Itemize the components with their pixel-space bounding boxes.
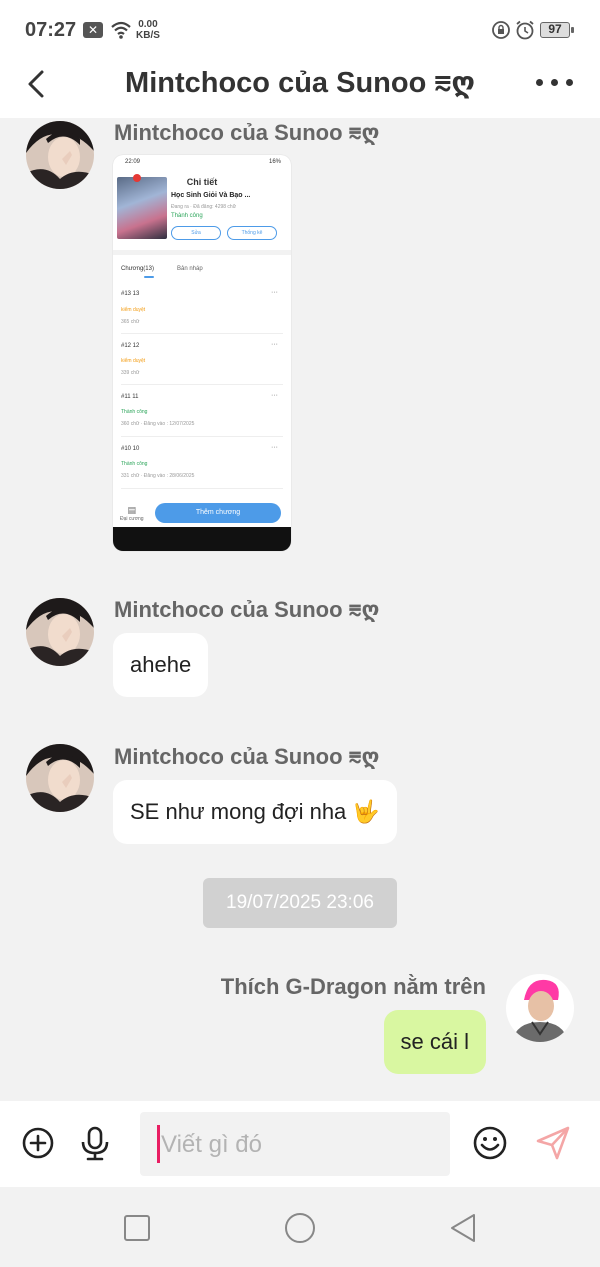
shot-rule xyxy=(121,333,283,334)
shot-stats-button: Thống kê xyxy=(227,226,277,240)
avatar[interactable] xyxy=(26,744,94,812)
status-time: 07:27 xyxy=(25,19,77,41)
shot-chapter-menu: ··· xyxy=(271,341,278,348)
shot-outline-label: Đại cương xyxy=(120,516,144,522)
message-bubble-outgoing[interactable]: se cái l xyxy=(383,1010,486,1074)
composer-bar: Viết gì đó xyxy=(0,1101,600,1187)
book-cover xyxy=(117,177,167,239)
shot-chapter-words: 331 chữ · Đăng vào : 28/06/2025 xyxy=(121,473,195,479)
net-speed-unit: KB/S xyxy=(136,30,160,41)
battery-icon: 97 xyxy=(540,22,574,38)
shot-rule xyxy=(121,384,283,385)
shot-chapter-title: #13 13 xyxy=(121,291,140,297)
avatar[interactable] xyxy=(26,121,94,189)
notification-icon: ✕ xyxy=(83,22,103,38)
shot-chapter-menu: ··· xyxy=(271,444,278,451)
sender-name: Mintchoco của Sunoo ⩳ღ xyxy=(114,597,380,622)
timestamp-divider: 19/07/2025 23:06 xyxy=(203,878,397,928)
shot-edit-button: Sửa xyxy=(171,226,221,240)
back-button[interactable] xyxy=(20,64,56,104)
emoji-icon[interactable] xyxy=(472,1125,508,1161)
shot-chapter-words: 360 chữ · Đăng vào : 12/07/2025 xyxy=(121,421,195,427)
alarm-icon xyxy=(516,20,534,40)
net-speed-value: 0.00 xyxy=(138,19,158,30)
text-cursor xyxy=(157,1125,160,1163)
add-icon[interactable] xyxy=(20,1125,56,1161)
shot-notification-dot xyxy=(133,174,141,182)
shot-chapter-title: #11 11 xyxy=(121,394,139,400)
document-icon: ▤ xyxy=(127,505,137,515)
shot-chapter-words: 365 chữ xyxy=(121,319,140,325)
book-status: Thành công xyxy=(171,213,203,219)
book-meta: Đang ra · Đã đăng: 4298 chữ xyxy=(171,204,237,210)
sender-name: Mintchoco của Sunoo ⩳ღ xyxy=(114,120,380,145)
message-bubble[interactable]: SE như mong đợi nha 🤟 xyxy=(113,780,397,844)
chat-header: Mintchoco của Sunoo ⩳ღ xyxy=(0,60,600,118)
shot-chapter-state: kiểm duyệt xyxy=(121,307,146,313)
shot-chapter-title: #12 12 xyxy=(121,343,140,349)
avatar-image xyxy=(26,598,94,666)
message-input-placeholder: Viết gì đó xyxy=(161,1131,262,1158)
shot-chapter-title: #10 10 xyxy=(121,446,140,452)
shot-rule xyxy=(121,436,283,437)
avatar[interactable] xyxy=(26,598,94,666)
shot-tab-indicator xyxy=(144,276,154,278)
home-button[interactable] xyxy=(283,1211,317,1245)
shot-divider xyxy=(113,250,291,255)
shot-nav-bar xyxy=(113,527,291,551)
send-icon[interactable] xyxy=(535,1125,571,1161)
status-bar: 07:27 ✕ 0.00 KB/S 97 xyxy=(0,0,600,60)
avatar-image xyxy=(26,121,94,189)
recents-button[interactable] xyxy=(120,1211,154,1245)
message-bubble[interactable]: ahehe xyxy=(113,633,209,697)
shot-battery: 16% xyxy=(268,159,281,165)
chat-title: Mintchoco của Sunoo ⩳ღ xyxy=(125,67,475,99)
system-nav-bar xyxy=(0,1187,600,1267)
wifi-icon xyxy=(111,21,131,39)
rotation-lock-icon xyxy=(492,21,510,39)
message-list[interactable]: Mintchoco của Sunoo ⩳ღ 22:09 16% Chi tiế… xyxy=(0,118,600,1101)
sender-name: Thích G-Dragon nằm trên xyxy=(220,974,486,999)
image-message[interactable]: 22:09 16% Chi tiết Học Sinh Giỏi Và Bạo … xyxy=(113,155,291,551)
avatar[interactable] xyxy=(506,974,574,1042)
shot-outline: ▤ Đại cương xyxy=(120,505,144,522)
shot-chapter-state: Thành công xyxy=(121,461,148,467)
back-nav-button[interactable] xyxy=(446,1211,480,1245)
sender-name: Mintchoco của Sunoo ⩳ღ xyxy=(114,744,380,769)
avatar-image xyxy=(26,744,94,812)
shot-chapter-words: 339 chữ xyxy=(121,370,140,376)
shot-chapter-menu: ··· xyxy=(271,392,278,399)
shot-chapter-state: Thành công xyxy=(121,409,148,415)
shot-chapter-menu: ··· xyxy=(271,289,278,296)
shot-tab-drafts: Bản nháp xyxy=(177,266,203,272)
net-speed: 0.00 KB/S xyxy=(136,19,160,41)
book-title: Học Sinh Giỏi Và Bạo ... xyxy=(171,192,251,199)
microphone-icon[interactable] xyxy=(77,1125,113,1161)
shot-chapter-state: kiểm duyệt xyxy=(121,358,146,364)
shot-status-time: 22:09 xyxy=(125,159,141,165)
more-options-button[interactable] xyxy=(532,70,576,94)
shot-add-chapter-button: Thêm chương xyxy=(155,503,281,523)
shot-tab-chapters: Chương(13) xyxy=(121,266,154,272)
shot-rule xyxy=(121,488,283,489)
avatar-image xyxy=(506,974,574,1042)
